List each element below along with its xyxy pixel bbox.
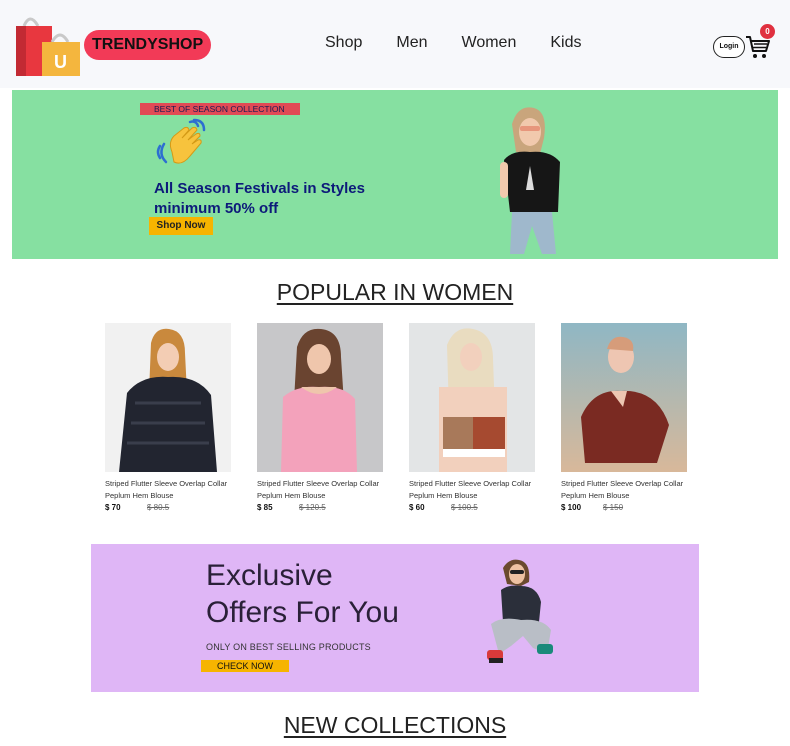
- waving-hand-icon: [156, 118, 206, 164]
- product-image[interactable]: [409, 323, 535, 472]
- product-image[interactable]: [561, 323, 687, 472]
- main-nav: Shop Men Women Kids: [325, 34, 581, 52]
- offer-model-image: [487, 559, 553, 663]
- product-old-price: $ 100.5: [451, 503, 478, 512]
- nav-kids[interactable]: Kids: [550, 34, 581, 52]
- shop-now-button[interactable]: Shop Now: [149, 217, 213, 235]
- hero-banner: BEST OF SEASON COLLECTION All Season Fes…: [12, 90, 778, 259]
- hero-model-image: [500, 107, 560, 254]
- product-name[interactable]: Striped Flutter Sleeve Overlap Collar Pe…: [257, 478, 381, 502]
- nav-shop[interactable]: Shop: [325, 34, 362, 52]
- product-price: $ 70: [105, 503, 121, 512]
- nav-women[interactable]: Women: [462, 34, 517, 52]
- site-header: U TRENDYSHOP Shop Men Women Kids Login 0: [0, 0, 790, 88]
- new-collections-title: NEW COLLECTIONS: [283, 712, 507, 738]
- product-image[interactable]: [257, 323, 383, 472]
- product-card[interactable]: Striped Flutter Sleeve Overlap Collar Pe…: [409, 323, 535, 512]
- logo-letter: U: [54, 52, 67, 72]
- hero-title-line1: All Season Festivals in Styles: [154, 180, 365, 197]
- product-image[interactable]: [105, 323, 231, 472]
- offer-title: Exclusive Offers For You: [206, 557, 446, 631]
- hero-tag: BEST OF SEASON COLLECTION: [140, 103, 300, 115]
- product-card[interactable]: Striped Flutter Sleeve Overlap Collar Pe…: [561, 323, 687, 512]
- product-card[interactable]: Striped Flutter Sleeve Overlap Collar Pe…: [257, 323, 383, 512]
- product-price: $ 60: [409, 503, 425, 512]
- product-price: $ 100: [561, 503, 582, 512]
- product-name[interactable]: Striped Flutter Sleeve Overlap Collar Pe…: [561, 478, 685, 502]
- nav-men[interactable]: Men: [396, 34, 427, 52]
- shopping-bag-logo-icon[interactable]: U: [14, 12, 82, 78]
- hero-title-line2: minimum 50% off: [154, 200, 279, 217]
- offer-title-line2: Offers For You: [206, 596, 399, 629]
- login-button[interactable]: Login: [713, 36, 745, 58]
- product-card[interactable]: Striped Flutter Sleeve Overlap Collar Pe…: [105, 323, 231, 512]
- popular-section-title: POPULAR IN WOMEN: [276, 279, 514, 305]
- exclusive-offer-banner: Exclusive Offers For You ONLY ON BEST SE…: [91, 544, 699, 692]
- brand-name[interactable]: TRENDYSHOP: [84, 30, 212, 60]
- cart-count-badge: 0: [760, 24, 775, 39]
- product-price: $ 85: [257, 503, 273, 512]
- product-name[interactable]: Striped Flutter Sleeve Overlap Collar Pe…: [105, 478, 229, 502]
- offer-subtitle: ONLY ON BEST SELLING PRODUCTS: [206, 642, 371, 652]
- product-name[interactable]: Striped Flutter Sleeve Overlap Collar Pe…: [409, 478, 533, 502]
- offer-title-line1: Exclusive: [206, 559, 333, 592]
- hero-title: All Season Festivals in Styles minimum 5…: [154, 179, 394, 219]
- product-old-price: $ 80.5: [147, 503, 170, 512]
- check-now-button[interactable]: CHECK NOW: [201, 660, 289, 672]
- product-old-price: $ 120.5: [299, 503, 326, 512]
- product-old-price: $ 150: [603, 503, 624, 512]
